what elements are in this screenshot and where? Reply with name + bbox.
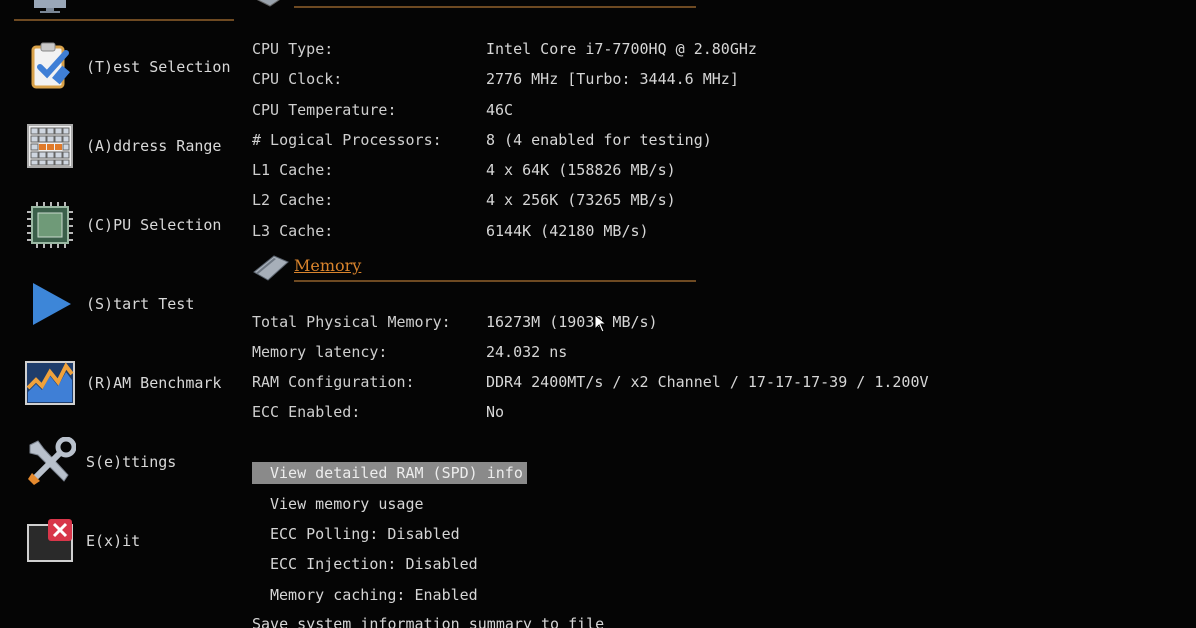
info-value: 2776 MHz [Turbo: 3444.6 MHz] bbox=[486, 70, 739, 88]
info-key: CPU Temperature: bbox=[252, 101, 397, 119]
tools-icon bbox=[22, 434, 78, 490]
sidebar-divider bbox=[14, 19, 234, 21]
info-value: DDR4 2400MT/s / x2 Channel / 17-17-17-39… bbox=[486, 373, 929, 391]
info-key: ECC Enabled: bbox=[252, 403, 361, 421]
info-key: RAM Configuration: bbox=[252, 373, 415, 391]
info-key: Total Physical Memory: bbox=[252, 313, 451, 331]
section-divider bbox=[294, 6, 696, 8]
info-value: No bbox=[486, 403, 505, 421]
memory-grid-icon bbox=[22, 118, 78, 174]
mouse-cursor-icon bbox=[594, 314, 608, 333]
menu-label: (T)est Selection bbox=[86, 58, 231, 76]
view-memory-usage-action[interactable]: View memory usage bbox=[252, 493, 424, 515]
menu-start-test[interactable]: (S)tart Test bbox=[22, 275, 240, 333]
info-key: L2 Cache: bbox=[252, 191, 334, 209]
memory-section-title: Memory bbox=[294, 256, 362, 275]
info-value: 8 (4 enabled for testing) bbox=[486, 131, 712, 149]
section-divider bbox=[294, 280, 696, 282]
info-value: 16273M (19033 MB/s) bbox=[486, 313, 658, 331]
clipboard-check-icon bbox=[22, 39, 78, 95]
play-triangle-icon bbox=[22, 276, 78, 332]
info-key: CPU Clock: bbox=[252, 70, 343, 88]
menu-cpu-selection[interactable]: (C)PU Selection bbox=[22, 196, 240, 254]
menu-test-selection[interactable]: (T)est Selection bbox=[22, 38, 240, 96]
menu-settings[interactable]: S(e)ttings bbox=[22, 433, 240, 491]
menu-label: (C)PU Selection bbox=[86, 216, 222, 234]
save-summary-action[interactable]: Save system information summary to file bbox=[252, 613, 604, 628]
cpu-section-icon bbox=[256, 0, 280, 7]
info-value: Intel Core i7-7700HQ @ 2.80GHz bbox=[486, 40, 757, 58]
ram-stick-icon bbox=[253, 255, 289, 281]
view-spd-info-action[interactable]: View detailed RAM (SPD) info bbox=[252, 462, 527, 484]
cpu-chip-icon bbox=[22, 197, 78, 253]
main-panel: CPU Type: Intel Core i7-7700HQ @ 2.80GHz… bbox=[252, 0, 1196, 628]
ecc-polling-action[interactable]: ECC Polling: Disabled bbox=[252, 523, 460, 545]
monitor-icon bbox=[34, 0, 66, 13]
ecc-injection-action[interactable]: ECC Injection: Disabled bbox=[252, 553, 478, 575]
menu-label: (S)tart Test bbox=[86, 295, 195, 313]
info-key: CPU Type: bbox=[252, 40, 334, 58]
memtest-screen: (T)est Selection (A)ddress Range (C)PU S… bbox=[0, 0, 1196, 628]
info-key: Memory latency: bbox=[252, 343, 388, 361]
menu-ram-benchmark[interactable]: (R)AM Benchmark bbox=[22, 354, 240, 412]
benchmark-chart-icon bbox=[22, 355, 78, 411]
info-key: L3 Cache: bbox=[252, 222, 334, 240]
menu-label: (R)AM Benchmark bbox=[86, 374, 222, 392]
info-value: 6144K (42180 MB/s) bbox=[486, 222, 649, 240]
menu-label: S(e)ttings bbox=[86, 453, 177, 471]
memory-section-header: Memory bbox=[252, 252, 696, 282]
sidebar: (T)est Selection (A)ddress Range (C)PU S… bbox=[0, 0, 240, 628]
menu-address-range[interactable]: (A)ddress Range bbox=[22, 117, 240, 175]
exit-window-icon bbox=[22, 513, 78, 569]
menu-label: (A)ddress Range bbox=[86, 137, 222, 155]
cpu-section-header bbox=[252, 0, 696, 8]
info-key: # Logical Processors: bbox=[252, 131, 442, 149]
memory-caching-action[interactable]: Memory caching: Enabled bbox=[252, 584, 478, 606]
menu-label: E(x)it bbox=[86, 532, 141, 550]
info-value: 46C bbox=[486, 101, 514, 119]
info-value: 24.032 ns bbox=[486, 343, 568, 361]
info-value: 4 x 256K (73265 MB/s) bbox=[486, 191, 676, 209]
info-value: 4 x 64K (158826 MB/s) bbox=[486, 161, 676, 179]
info-key: L1 Cache: bbox=[252, 161, 334, 179]
menu-exit[interactable]: E(x)it bbox=[22, 512, 240, 570]
